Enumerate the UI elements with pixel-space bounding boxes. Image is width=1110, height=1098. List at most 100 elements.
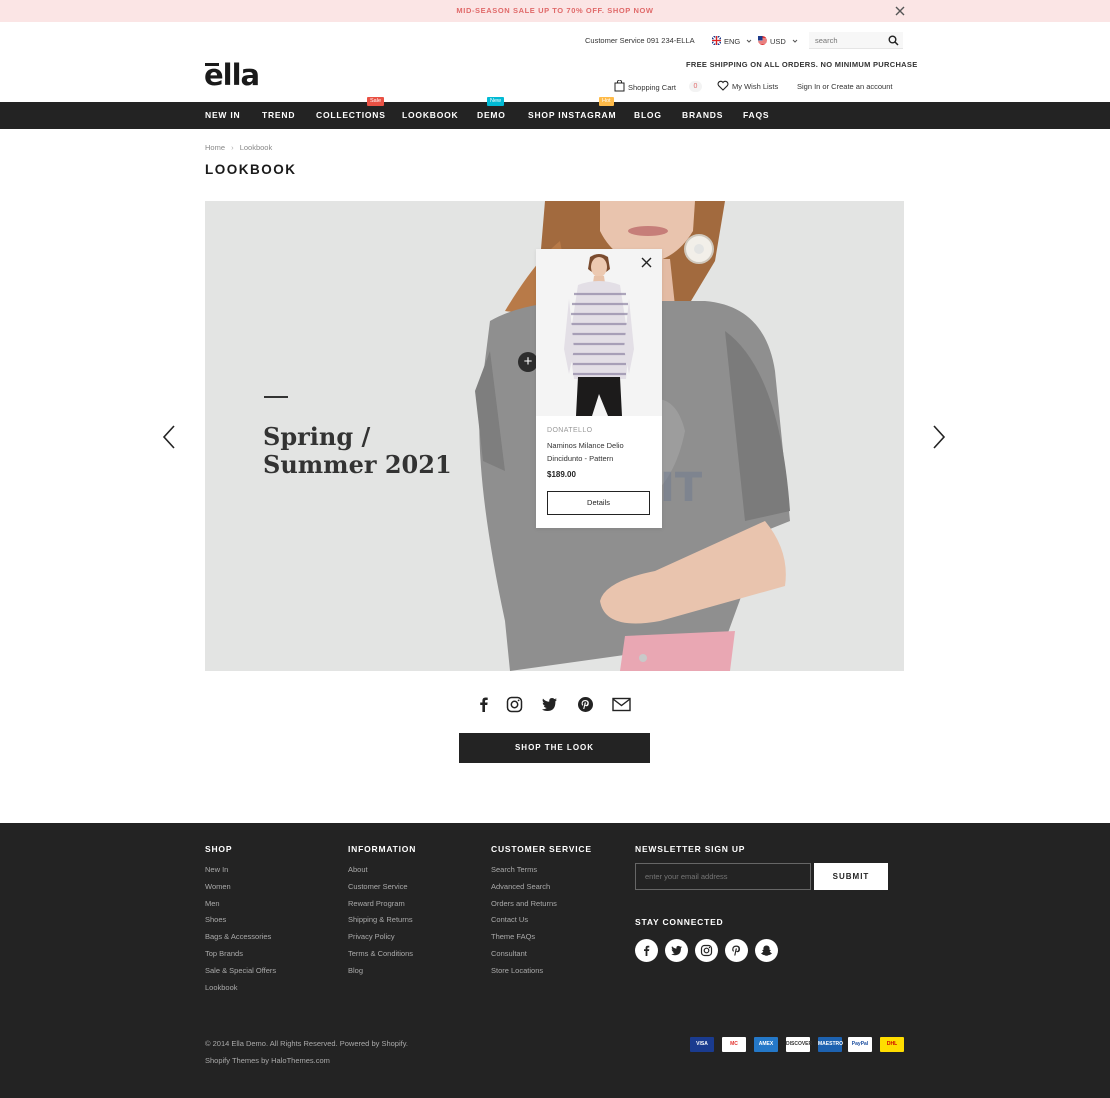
nav-item-trend[interactable]: TREND <box>262 102 295 129</box>
footer-link[interactable]: Contact Us <box>491 915 528 924</box>
footer-link[interactable]: Consultant <box>491 949 527 958</box>
facebook-social-button[interactable] <box>635 939 658 962</box>
footer-link[interactable]: Orders and Returns <box>491 899 557 908</box>
details-button[interactable]: Details <box>547 491 650 515</box>
payment-badge-dhl: DHL <box>880 1037 904 1052</box>
nav-item-blog[interactable]: BLOG <box>634 102 662 129</box>
logo[interactable]: ella <box>204 60 260 90</box>
footer-link[interactable]: Women <box>205 882 231 891</box>
footer-column-title: CUSTOMER SERVICE <box>491 844 592 854</box>
footer-link[interactable]: Lookbook <box>205 983 238 992</box>
payment-label: DHL <box>886 1041 898 1047</box>
facebook-icon <box>644 945 650 956</box>
pinterest-icon[interactable] <box>577 696 594 713</box>
footer-link[interactable]: Reward Program <box>348 899 405 908</box>
uk-flag-icon <box>711 35 722 46</box>
footer-link[interactable]: Bags & Accessories <box>205 932 271 941</box>
account-link[interactable]: Sign In or Create an account <box>797 82 892 91</box>
product-image[interactable] <box>536 249 662 416</box>
chevron-left-icon[interactable] <box>160 424 178 450</box>
nav-item-new-in[interactable]: NEW IN <box>205 102 241 129</box>
promo-link[interactable]: MID-SEASON SALE UP TO 70% OFF. SHOP NOW <box>0 6 1110 15</box>
product-vendor: DONATELLO <box>547 427 593 434</box>
footer-link[interactable]: Store Locations <box>491 966 543 975</box>
currency-label: USD <box>770 37 786 46</box>
search-box <box>809 32 903 49</box>
footer: SHOP New In Women Men Shoes Bags & Accessorie… <box>0 823 1110 1098</box>
instagram-social-button[interactable] <box>695 939 718 962</box>
footer-link[interactable]: Sale & Special Offers <box>205 966 276 975</box>
product-popup: DONATELLO Naminos Milance Delio Dincidun… <box>536 249 662 528</box>
language-selector[interactable]: ENG <box>711 35 752 46</box>
wishlist-link[interactable]: My Wish Lists <box>717 80 778 91</box>
pinterest-social-button[interactable] <box>725 939 748 962</box>
promo-bar: MID-SEASON SALE UP TO 70% OFF. SHOP NOW <box>0 0 1110 22</box>
main-nav: NEW IN TREND COLLECTIONS Sale LOOKBOOK DEMO Ne… <box>0 97 1110 129</box>
chevron-right-icon: › <box>231 143 234 152</box>
nav-item-label: COLLECTIONS <box>316 110 386 120</box>
svg-text:IT: IT <box>660 465 703 511</box>
nav-item-shop-instagram[interactable]: SHOP INSTAGRAM Hot <box>528 97 616 129</box>
footer-link[interactable]: Men <box>205 899 220 908</box>
nav-item-faqs[interactable]: FAQS <box>743 102 769 129</box>
mail-icon[interactable] <box>612 696 631 713</box>
footer-link[interactable]: New In <box>205 865 228 874</box>
instagram-icon <box>700 944 713 957</box>
snapchat-social-button[interactable] <box>755 939 778 962</box>
credit-text: Shopify Themes by HaloThemes.com <box>205 1056 330 1065</box>
chevron-right-icon[interactable] <box>930 424 948 450</box>
shopping-bag-icon <box>614 79 625 92</box>
footer-link[interactable]: Shoes <box>205 915 226 924</box>
nav-item-collections[interactable]: COLLECTIONS Sale <box>316 97 386 129</box>
product-name[interactable]: Naminos Milance Delio Dincidunto - Patte… <box>547 439 653 465</box>
cart-link[interactable]: Shopping Cart <box>614 79 676 92</box>
hero-divider <box>264 396 288 398</box>
breadcrumb: Home › Lookbook <box>205 143 272 152</box>
payment-label: PayPal <box>851 1041 869 1047</box>
footer-link[interactable]: Search Terms <box>491 865 537 874</box>
footer-link[interactable]: Top Brands <box>205 949 243 958</box>
currency-selector[interactable]: USD <box>758 36 798 46</box>
footer-link[interactable]: Privacy Policy <box>348 932 395 941</box>
nav-badge: Sale <box>367 97 385 106</box>
cart-count-badge: 0 <box>689 81 702 92</box>
breadcrumb-home[interactable]: Home <box>205 143 225 152</box>
wishlist-label: My Wish Lists <box>732 82 779 91</box>
newsletter-title: NEWSLETTER SIGN UP <box>635 844 746 854</box>
search-input[interactable] <box>815 35 885 46</box>
footer-link[interactable]: About <box>348 865 368 874</box>
nav-item-brands[interactable]: BRANDS <box>682 102 723 129</box>
newsletter-email-input[interactable] <box>635 863 811 890</box>
nav-item-demo[interactable]: DEMO New <box>477 97 506 129</box>
product-model-image <box>564 254 634 416</box>
footer-link[interactable]: Terms & Conditions <box>348 949 413 958</box>
chevron-down-icon <box>747 39 752 43</box>
instagram-icon[interactable] <box>506 696 523 713</box>
chevron-down-icon <box>792 39 798 43</box>
nav-item-lookbook[interactable]: LOOKBOOK <box>402 102 458 129</box>
nav-item-label: BLOG <box>634 110 662 120</box>
shop-the-look-button[interactable]: SHOP THE LOOK <box>459 733 650 763</box>
footer-link[interactable]: Blog <box>348 966 363 975</box>
search-icon[interactable] <box>888 35 899 46</box>
close-icon[interactable] <box>641 257 652 268</box>
nav-item-label: TREND <box>262 110 296 120</box>
footer-link[interactable]: Customer Service <box>348 882 408 891</box>
nav-badge: Hot <box>599 97 614 106</box>
facebook-icon[interactable] <box>475 696 492 713</box>
payment-badge-maestro: MAESTRO <box>818 1037 843 1052</box>
copyright: © 2014 Ella Demo. All Rights Reserved. P… <box>205 1035 408 1069</box>
language-label: ENG <box>724 37 741 46</box>
submit-button[interactable]: SUBMIT <box>814 863 888 890</box>
copyright-text: © 2014 Ella Demo. All Rights Reserved. P… <box>205 1039 408 1048</box>
payment-label: AMEX <box>758 1041 774 1047</box>
footer-link[interactable]: Shipping & Returns <box>348 915 413 924</box>
twitter-social-button[interactable] <box>665 939 688 962</box>
close-icon[interactable] <box>894 5 906 17</box>
twitter-icon[interactable] <box>541 696 558 713</box>
stay-connected-title: STAY CONNECTED <box>635 917 724 927</box>
footer-link[interactable]: Theme FAQs <box>491 932 535 941</box>
hero-title: Spring / Summer 2021 <box>263 422 452 479</box>
footer-link[interactable]: Advanced Search <box>491 882 550 891</box>
plus-icon[interactable]: + <box>518 352 538 372</box>
